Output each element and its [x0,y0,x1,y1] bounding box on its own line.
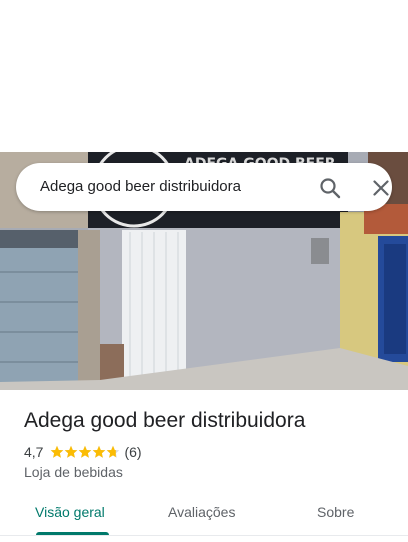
star-icon [51,445,64,458]
search-icon[interactable] [318,176,342,200]
tabs-divider [0,535,408,536]
star-rating [50,445,120,459]
close-icon[interactable] [369,176,393,200]
tab-about[interactable]: Sobre [317,504,354,520]
rating-row[interactable]: 4,7 (6) [24,443,142,461]
place-category: Loja de bebidas [24,464,123,480]
star-icon [79,445,92,458]
tab-reviews[interactable]: Avaliações [168,504,235,520]
place-panel: ADEGA GOOD BEER [0,0,408,542]
tab-overview[interactable]: Visão geral [35,504,105,520]
star-icon [93,445,106,458]
star-icon [65,445,78,458]
search-input[interactable]: Adega good beer distribuidora [40,178,241,195]
rating-value: 4,7 [24,444,44,460]
review-count[interactable]: (6) [124,444,141,460]
place-title: Adega good beer distribuidora [24,409,306,432]
search-bar[interactable]: Adega good beer distribuidora [16,163,392,211]
star-icon [107,445,120,458]
